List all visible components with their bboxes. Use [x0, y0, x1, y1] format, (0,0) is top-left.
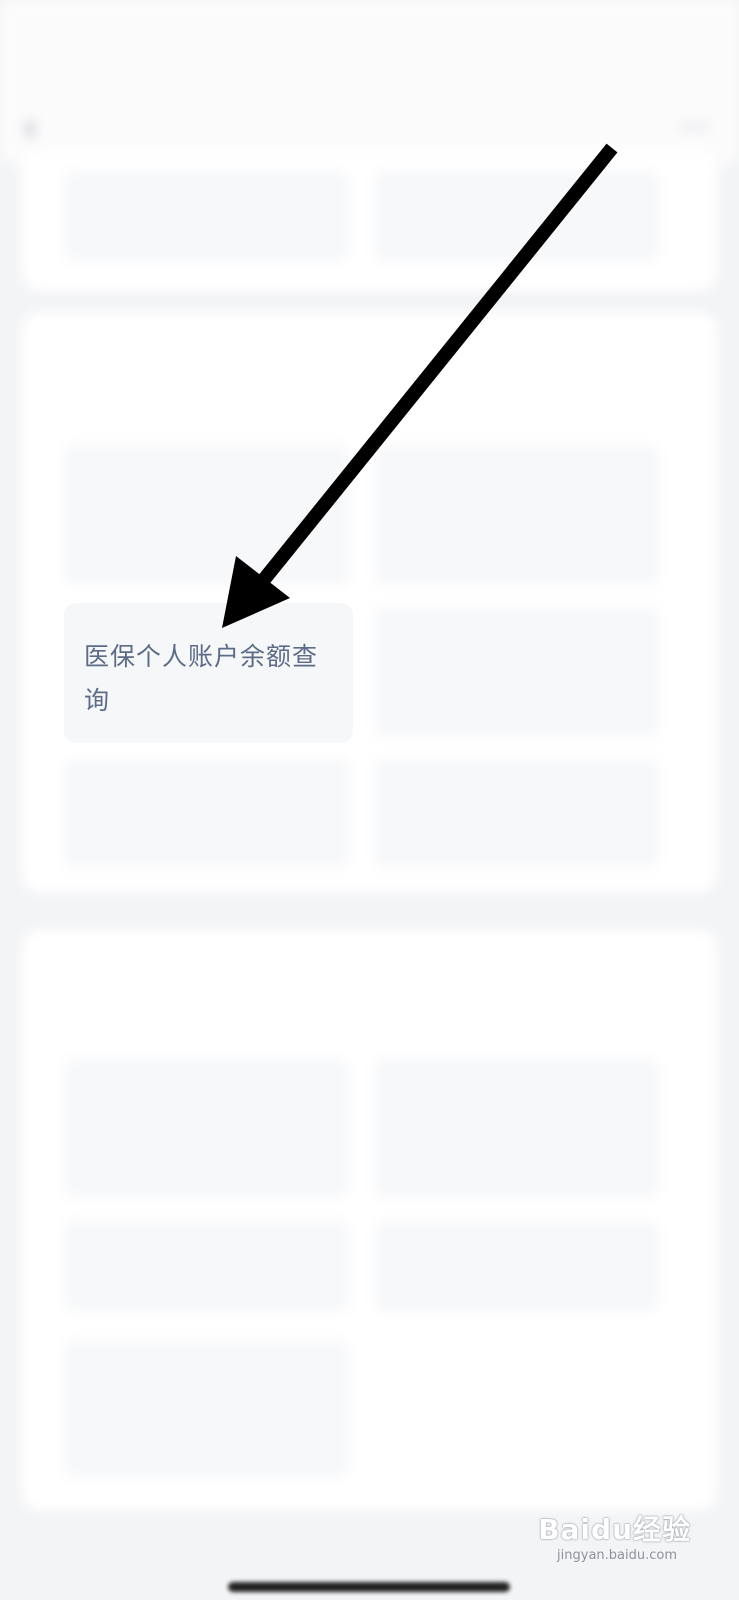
tile-label: 医保个人账户余额查询: [84, 642, 319, 715]
baidu-jingyan-watermark: Baidu经验: [538, 1513, 691, 1546]
chevron-left-icon[interactable]: ‹: [22, 105, 38, 151]
service-tile[interactable]: [64, 1220, 349, 1312]
service-tile[interactable]: [64, 1058, 349, 1198]
service-card-top: [22, 150, 717, 290]
service-card-middle: [22, 312, 717, 892]
service-tile[interactable]: [374, 606, 659, 738]
service-tile[interactable]: [374, 444, 659, 586]
service-tile[interactable]: [374, 758, 659, 868]
watermark-url: jingyan.baidu.com: [557, 1548, 677, 1563]
service-card-bottom: [22, 930, 717, 1510]
service-tile[interactable]: [374, 170, 659, 262]
service-tile[interactable]: [374, 1058, 659, 1198]
status-bar: [0, 0, 739, 95]
service-tile[interactable]: [64, 1340, 349, 1478]
service-tile[interactable]: [64, 170, 349, 262]
service-tile[interactable]: [64, 444, 349, 586]
phone-screen: ‹ ⋯ 医保个人账户余额查询 Baidu经验 jingyan.baidu.com: [0, 0, 739, 1600]
service-tile[interactable]: [64, 758, 349, 868]
medical-insurance-balance-query-tile[interactable]: 医保个人账户余额查询: [64, 603, 353, 743]
blurred-background: ‹ ⋯: [0, 0, 739, 1600]
service-tile[interactable]: [374, 1220, 659, 1312]
more-icon[interactable]: ⋯: [679, 109, 709, 144]
home-indicator[interactable]: [228, 1582, 510, 1592]
